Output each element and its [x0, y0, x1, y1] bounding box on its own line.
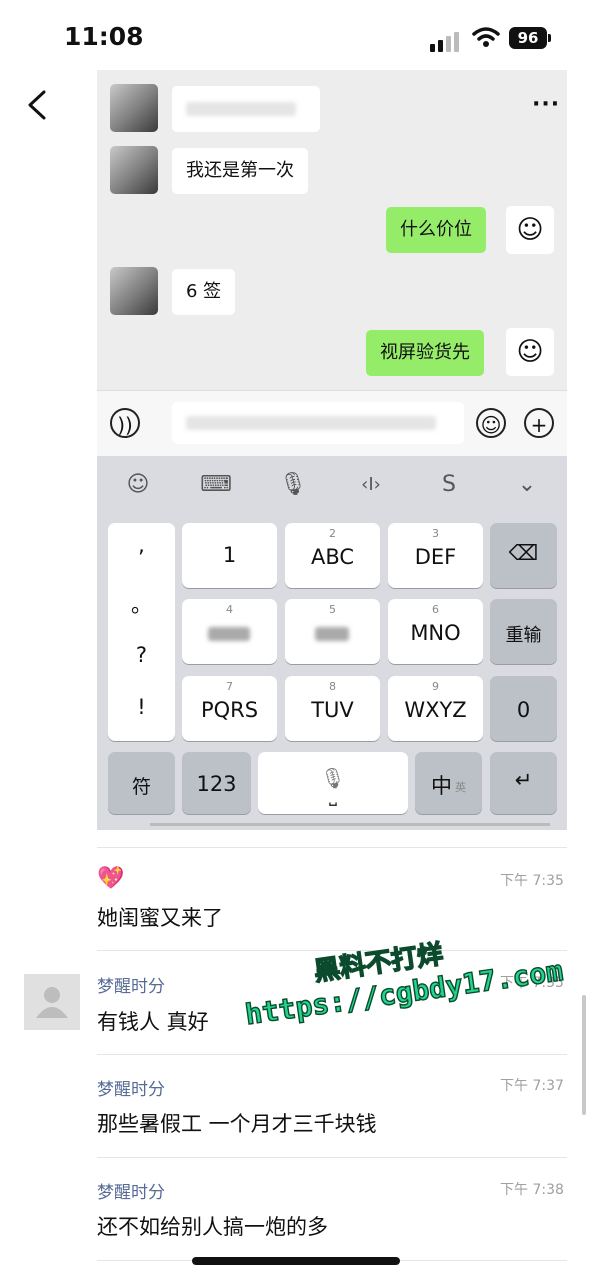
punct-comma[interactable]: ,	[108, 533, 175, 557]
punctuation-column: , 。 ? !	[108, 523, 175, 741]
comment-time: 下午 7:37	[500, 1078, 564, 1094]
language-toggle-key[interactable]: 中 英	[415, 752, 482, 814]
comment-text: 她闺蜜又来了	[97, 906, 223, 930]
divider	[97, 1054, 567, 1055]
message-bubble-sent: 什么价位	[386, 207, 486, 253]
keyboard-layout-icon[interactable]: ⌨	[196, 472, 236, 497]
voice-input-icon[interactable]: ))	[110, 408, 140, 438]
back-chevron-icon[interactable]	[24, 90, 52, 120]
backspace-icon: ⌫	[508, 541, 539, 565]
contact-avatar	[110, 146, 158, 194]
battery-nub	[548, 34, 551, 42]
watermark: 黑料不打烊 https://cgbdy17.com	[238, 917, 565, 1032]
zero-key[interactable]: 0	[490, 676, 557, 741]
sparkling-heart-emoji: 💖	[97, 866, 125, 891]
comment-text: 还不如给别人搞一炮的多	[97, 1215, 328, 1239]
message-bubble-blurred	[172, 86, 320, 132]
comment-author[interactable]: 梦醒时分	[97, 972, 165, 997]
comment-text: 有钱人 真好	[97, 1010, 209, 1034]
space-key[interactable]: 🎙 ⎵	[258, 752, 408, 814]
keyboard-bottom-rule	[150, 823, 550, 826]
sogou-logo-icon[interactable]: S	[429, 472, 469, 497]
collapse-keyboard-icon[interactable]: ⌄	[507, 472, 547, 497]
microphone-icon[interactable]: 🎙	[273, 472, 313, 497]
wifi-icon	[472, 27, 500, 47]
key-4-ghi[interactable]: 4	[182, 599, 277, 664]
comment-author[interactable]: 梦醒时分	[97, 1075, 165, 1100]
message-bubble: 6 签	[172, 269, 236, 315]
comment-time: 下午 7:35	[500, 873, 564, 889]
contact-avatar	[110, 267, 158, 315]
emoji-icon[interactable]: ☺	[476, 408, 506, 438]
message-input[interactable]	[172, 402, 464, 444]
cellular-signal-icon	[430, 30, 466, 52]
status-time: 11:08	[64, 22, 144, 51]
comment-text: 那些暑假工 一个月才三千块钱	[97, 1112, 377, 1136]
punct-question[interactable]: ?	[108, 643, 175, 667]
message-bubble-sent: 视屏验货先	[366, 330, 484, 376]
emoji-panel-icon[interactable]: ☺	[118, 472, 158, 497]
punct-period[interactable]: 。	[108, 589, 175, 619]
message-bubble: 我还是第一次	[172, 148, 308, 194]
backspace-key[interactable]: ⌫	[490, 523, 557, 588]
retype-key[interactable]: 重输	[490, 599, 557, 664]
enter-key[interactable]: ↵	[490, 752, 557, 814]
comment-author[interactable]: 梦醒时分	[97, 1178, 165, 1203]
key-2-abc[interactable]: 2 ABC	[285, 523, 380, 588]
key-3-def[interactable]: 3 DEF	[388, 523, 483, 588]
key-9-wxyz[interactable]: 9 WXYZ	[388, 676, 483, 741]
key-6-mno[interactable]: 6 MNO	[388, 599, 483, 664]
return-icon: ↵	[514, 768, 533, 792]
user-cartoon-avatar-icon: ☺	[506, 328, 554, 376]
divider	[97, 847, 567, 848]
divider	[97, 1157, 567, 1158]
commenter-avatar[interactable]	[24, 974, 80, 1030]
numbers-key[interactable]: 123	[182, 752, 251, 814]
cursor-move-icon[interactable]: ‹I›	[351, 474, 391, 495]
key-7-pqrs[interactable]: 7 PQRS	[182, 676, 277, 741]
user-cartoon-avatar-icon: ☺	[506, 206, 554, 254]
battery-indicator: 96	[509, 27, 547, 49]
add-attachment-icon[interactable]: +	[524, 408, 554, 438]
space-bar-icon: ⎵	[329, 782, 337, 806]
contact-avatar	[110, 84, 158, 132]
key-1[interactable]: 1	[182, 523, 277, 588]
key-5-jkl[interactable]: 5	[285, 599, 380, 664]
symbols-key[interactable]: 符	[108, 752, 175, 814]
punct-exclaim[interactable]: !	[108, 695, 175, 719]
key-8-tuv[interactable]: 8 TUV	[285, 676, 380, 741]
more-options-icon[interactable]: ···	[532, 92, 560, 117]
comment-time: 下午 7:38	[500, 1182, 564, 1198]
home-indicator	[192, 1257, 400, 1265]
scrollbar[interactable]	[582, 995, 586, 1115]
default-user-icon	[36, 987, 68, 1018]
